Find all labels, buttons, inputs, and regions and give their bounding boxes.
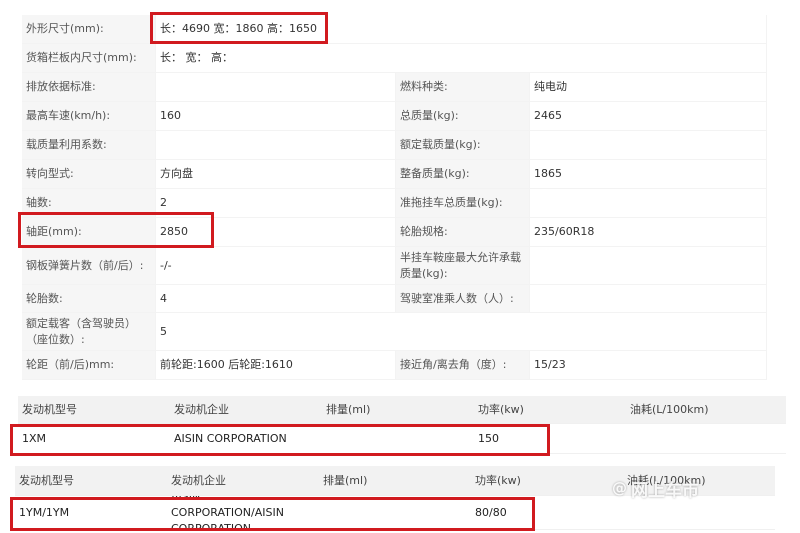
engine-table-1: 发动机型号 发动机企业 排量(ml) 功率(kw) 油耗(L/100km) 1X… [18, 396, 786, 472]
spec-label: 轴距(mm): [22, 218, 156, 247]
spec-value [530, 247, 767, 285]
spec-value [156, 73, 396, 102]
spec-label: 最高车速(km/h): [22, 102, 156, 131]
spec-label: 半挂车鞍座最大允许承载质量(kg): [396, 247, 530, 285]
spec-label: 轮胎数: [22, 285, 156, 313]
spec-label: 货箱栏板内尺寸(mm): [22, 44, 156, 73]
engine-header: 功率(kw) [474, 396, 626, 424]
engine-cell: 1YM/1YM [15, 496, 167, 530]
engine-header: 排量(ml) [319, 466, 471, 496]
engine-header: 发动机型号 [18, 396, 170, 424]
engine-cell [319, 496, 471, 530]
spec-label: 轴数: [22, 189, 156, 218]
spec-value: 2850 [156, 218, 396, 247]
watermark-text: 网上车市 [631, 480, 699, 501]
spec-value: 5 [156, 313, 767, 351]
spec-label: 额定载质量(kg): [396, 131, 530, 160]
spec-label: 总质量(kg): [396, 102, 530, 131]
engine-header: 发动机型号 [15, 466, 167, 496]
spec-label: 轮距（前/后)mm: [22, 351, 156, 380]
spec-table: 外形尺寸(mm): 长：4690 宽：1860 高：1650 货箱栏板内尺寸(m… [22, 15, 767, 383]
spec-value: 1865 [530, 160, 767, 189]
engine-cell: 1XM [18, 424, 170, 454]
engine-header: 排量(ml) [322, 396, 474, 424]
spec-value [530, 189, 767, 218]
spec-value [530, 131, 767, 160]
spec-label: 轮胎规格: [396, 218, 530, 247]
engine-header: 油耗(L/100km) [626, 396, 786, 424]
spec-value: 纯电动 [530, 73, 767, 102]
spec-label: 排放依据标准: [22, 73, 156, 102]
spec-value [156, 131, 396, 160]
engine-header: 发动机企业 [167, 466, 319, 496]
spec-label: 转向型式: [22, 160, 156, 189]
spec-label: 外形尺寸(mm): [22, 15, 156, 44]
engine-cell [626, 424, 786, 454]
spec-value: 2465 [530, 102, 767, 131]
engine-header: 功率(kw) [471, 466, 623, 496]
spec-label: 整备质量(kg): [396, 160, 530, 189]
engine-cell: 80/80 [471, 496, 623, 530]
spec-value: 2 [156, 189, 396, 218]
spec-label: 燃料种类: [396, 73, 530, 102]
spec-value: 长：4690 宽：1860 高：1650 [156, 15, 767, 44]
engine-cell: 150 [474, 424, 626, 454]
watermark-at: @ [612, 479, 627, 497]
spec-label: 驾驶室准乘人数（人）: [396, 285, 530, 313]
spec-value: 15/23 [530, 351, 767, 380]
spec-label: 准拖挂车总质量(kg): [396, 189, 530, 218]
engine-cell [322, 424, 474, 454]
spec-value: 160 [156, 102, 396, 131]
engine-cell: AISIN CORPORATION [170, 424, 322, 454]
spec-value: 235/60R18 [530, 218, 767, 247]
spec-label: 载质量利用系数: [22, 131, 156, 160]
spec-value: 前轮距:1600 后轮距:1610 [156, 351, 396, 380]
spec-value: 4 [156, 285, 396, 313]
engine-header: 发动机企业 [170, 396, 322, 424]
spec-value: 方向盘 [156, 160, 396, 189]
engine-cell: AISIN CORPORATION/AISIN CORPORATION [167, 496, 319, 530]
spec-value: 长： 宽： 高： [156, 44, 767, 73]
watermark: @ 网上车市 [612, 474, 764, 502]
spec-label: 额定载客（含驾驶员）（座位数）: [22, 313, 156, 351]
spec-value [530, 285, 767, 313]
spec-value: -/- [156, 247, 396, 285]
spec-label: 钢板弹簧片数（前/后）: [22, 247, 156, 285]
spec-label: 接近角/离去角（度）: [396, 351, 530, 380]
